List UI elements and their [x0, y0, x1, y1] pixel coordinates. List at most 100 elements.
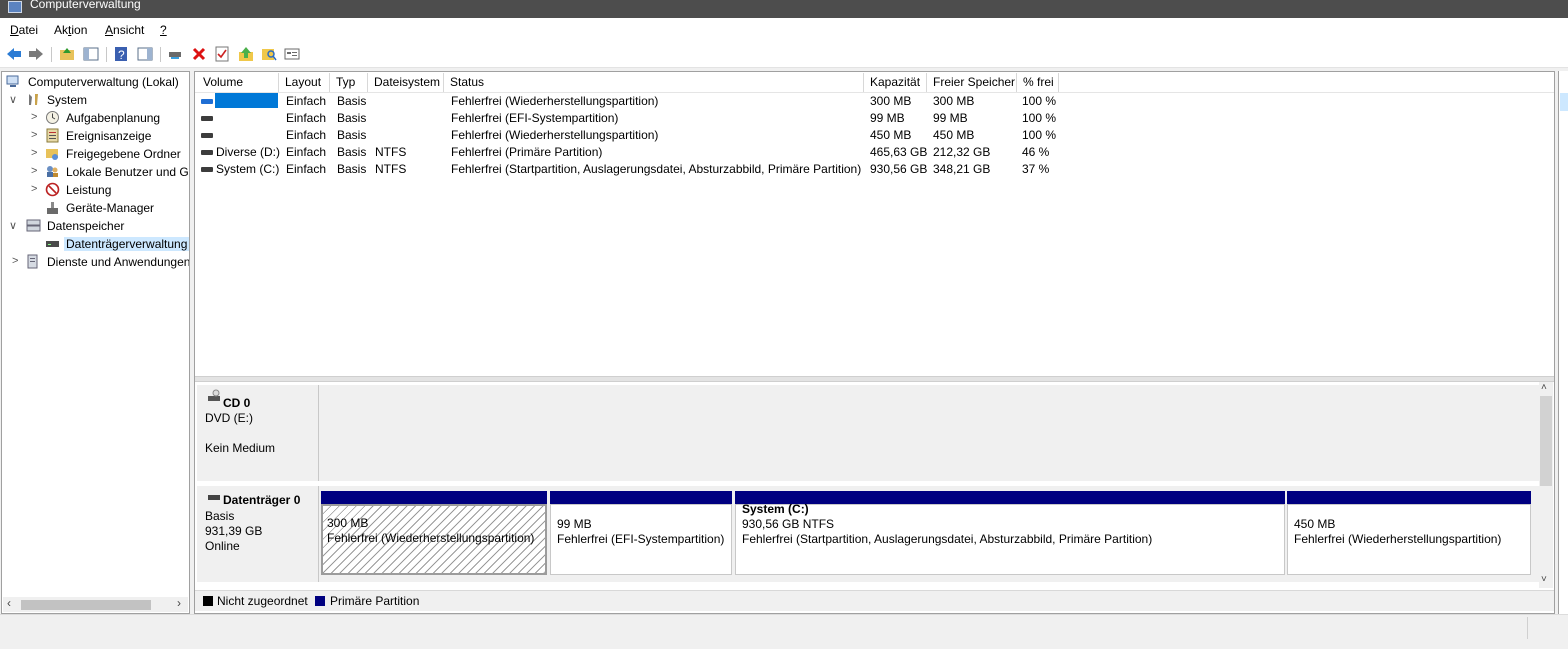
percent-free-cell: 100 %: [1022, 94, 1057, 108]
scrollbar-thumb[interactable]: [1540, 396, 1552, 486]
cd-partition-area: [319, 385, 1539, 481]
help-icon[interactable]: ?: [112, 45, 130, 63]
column-header-filesystem[interactable]: Dateisystem: [368, 73, 444, 92]
menu-action[interactable]: Aktion: [54, 23, 87, 37]
scroll-left-icon[interactable]: ‹: [7, 596, 11, 610]
forward-arrow-icon[interactable]: [27, 45, 45, 63]
column-header-free-space[interactable]: Freier Speicher: [927, 73, 1017, 92]
table-row[interactable]: Einfach Basis Fehlerfrei (EFI-Systempart…: [195, 110, 1195, 127]
expand-chevron-icon[interactable]: >: [31, 111, 41, 123]
volume-name-cell: System (C:): [216, 162, 280, 176]
layout-cell: Einfach: [286, 111, 327, 125]
delete-icon[interactable]: [190, 45, 208, 63]
partition-status: Fehlerfrei (Startpartition, Auslagerungs…: [742, 532, 1153, 546]
action-pane-tab[interactable]: [1560, 93, 1568, 111]
expand-chevron-icon[interactable]: >: [31, 129, 41, 141]
disk-state: Online: [205, 539, 240, 553]
table-row[interactable]: Einfach Basis Fehlerfrei (Wiederherstell…: [195, 127, 1195, 144]
expand-chevron-icon[interactable]: >: [31, 147, 41, 159]
back-arrow-icon[interactable]: [5, 45, 23, 63]
menu-view[interactable]: Ansicht: [105, 23, 144, 37]
expand-chevron-icon[interactable]: >: [12, 255, 22, 267]
volume-icon: [201, 99, 213, 104]
column-header-type[interactable]: Typ: [330, 73, 368, 92]
status-cell: Fehlerfrei (Wiederherstellungspartition): [451, 94, 659, 108]
legend-unallocated: Nicht zugeordnet: [217, 594, 308, 608]
column-header-status[interactable]: Status: [444, 73, 864, 92]
menu-file[interactable]: Datei: [10, 23, 38, 37]
status-divider: [1527, 617, 1528, 639]
show-hide-console-tree-icon[interactable]: [82, 45, 100, 63]
action-pane-edge[interactable]: [1558, 71, 1568, 614]
expand-chevron-icon[interactable]: >: [31, 165, 41, 177]
tree-label: Freigegebene Ordner: [66, 147, 181, 161]
disk-label-disk0[interactable]: Datenträger 0 Basis 931,39 GB Online: [197, 486, 319, 582]
tree-label: Datenspeicher: [47, 219, 125, 233]
layout-cell: Einfach: [286, 162, 327, 176]
cd-media-status: Kein Medium: [205, 441, 276, 455]
partition-bar: [321, 491, 547, 504]
capacity-cell: 99 MB: [870, 111, 905, 125]
shared-folder-icon: [45, 146, 60, 161]
collapse-chevron-icon[interactable]: ∨: [9, 93, 19, 106]
scroll-right-icon[interactable]: ›: [177, 596, 181, 610]
partition-efi[interactable]: 99 MB Fehlerfrei (EFI-Systempartition): [550, 491, 732, 575]
table-row[interactable]: Einfach Basis Fehlerfrei (Wiederherstell…: [195, 93, 1195, 110]
volume-icon: [201, 116, 213, 121]
tree-label: Lokale Benutzer und Gruppen: [66, 165, 189, 179]
partition-system-c[interactable]: System (C:) 930,56 GB NTFS Fehlerfrei (S…: [735, 491, 1285, 575]
scroll-down-icon[interactable]: ˅: [1541, 574, 1547, 585]
scroll-up-icon[interactable]: ˄: [1541, 382, 1547, 393]
column-header-capacity[interactable]: Kapazität: [864, 73, 927, 92]
partition-bar: [1287, 491, 1531, 504]
import-arrow-icon[interactable]: [237, 45, 255, 63]
partition-status: Fehlerfrei (EFI-Systempartition): [557, 532, 725, 546]
connect-icon[interactable]: [166, 45, 184, 63]
expand-chevron-icon[interactable]: >: [31, 183, 41, 195]
device-manager-icon: [45, 200, 60, 215]
capacity-cell: 465,63 GB: [870, 145, 928, 159]
search-folder-icon[interactable]: [260, 45, 278, 63]
capacity-cell: 300 MB: [870, 94, 912, 108]
tree-horizontal-scrollbar[interactable]: ‹ ›: [3, 596, 188, 612]
menu-view-accel: A: [105, 23, 114, 37]
column-header-layout[interactable]: Layout: [279, 73, 330, 92]
table-row[interactable]: Diverse (D:) Einfach Basis NTFS Fehlerfr…: [195, 144, 1195, 161]
partition-size: 99 MB: [557, 517, 592, 531]
tree-label: Ereignisanzeige: [66, 129, 152, 143]
disk-label-cd0[interactable]: CD 0 DVD (E:) Kein Medium: [197, 385, 319, 481]
menu-help[interactable]: ?: [160, 23, 167, 37]
collapse-chevron-icon[interactable]: ∨: [9, 219, 19, 232]
disk-name: Datenträger 0: [223, 493, 301, 507]
menu-bar: Datei Aktion Ansicht ?: [0, 18, 1568, 41]
partition-size: 450 MB: [1294, 517, 1336, 531]
scrollbar-thumb[interactable]: [21, 600, 151, 610]
disk-view-vertical-scrollbar[interactable]: ˄ ˅: [1539, 382, 1553, 588]
show-hide-action-pane-icon[interactable]: [136, 45, 154, 63]
menu-action-label-pre: Ak: [54, 23, 69, 37]
partition-bar: [550, 491, 732, 504]
column-header-volume[interactable]: Volume: [197, 73, 279, 92]
disk-details-icon[interactable]: [283, 45, 301, 63]
legend: Nicht zugeordnet Primäre Partition: [195, 590, 1554, 611]
type-cell: Basis: [337, 128, 367, 142]
partition-recovery-300[interactable]: 300 MB Fehlerfrei (Wiederherstellungspar…: [321, 491, 547, 575]
up-folder-icon[interactable]: [58, 45, 76, 63]
disk-drive-icon: [207, 492, 221, 506]
column-header-percent-free[interactable]: % frei: [1017, 73, 1059, 92]
graphical-disk-view: CD 0 DVD (E:) Kein Medium Datenträger 0 …: [195, 382, 1539, 588]
properties-check-icon[interactable]: [213, 45, 231, 63]
partition-recovery-450[interactable]: 450 MB Fehlerfrei (Wiederherstellungspar…: [1287, 491, 1531, 575]
layout-cell: Einfach: [286, 94, 327, 108]
status-cell: Fehlerfrei (EFI-Systempartition): [451, 111, 619, 125]
type-cell: Basis: [337, 111, 367, 125]
computer-management-icon: [8, 1, 22, 13]
partition-bar: [735, 491, 1285, 504]
storage-icon: [26, 218, 41, 233]
menu-file-label: atei: [18, 23, 39, 37]
volume-icon: [201, 150, 213, 155]
table-row[interactable]: System (C:) Einfach Basis NTFS Fehlerfre…: [195, 161, 1195, 178]
free-space-cell: 212,32 GB: [933, 145, 991, 159]
tree-label: Geräte-Manager: [66, 201, 155, 215]
toolbar-separator: [160, 47, 161, 62]
